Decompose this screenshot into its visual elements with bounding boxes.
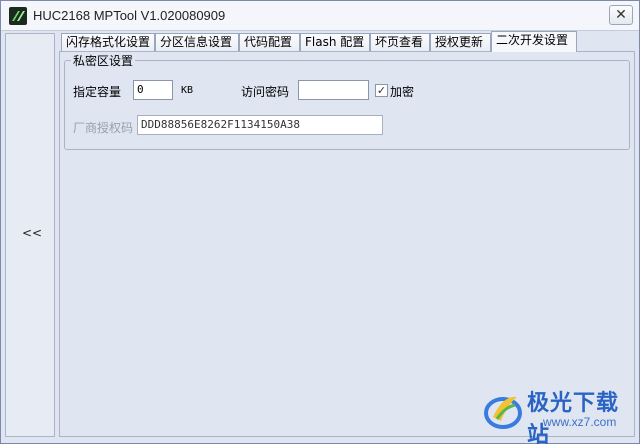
tab-code-config[interactable]: 代码配置: [239, 33, 300, 51]
window-title: HUC2168 MPTool V1.020080909: [33, 8, 226, 23]
tab-flash-format-settings[interactable]: 闪存格式化设置: [61, 33, 155, 51]
close-button[interactable]: ✕: [609, 5, 633, 25]
tab-bad-page-view[interactable]: 坏页查看: [370, 33, 430, 51]
collapse-panel-button[interactable]: <<: [20, 224, 44, 242]
title-bar: HUC2168 MPTool V1.020080909 ✕: [1, 1, 639, 31]
left-side-panel: <<: [5, 33, 55, 437]
capacity-label: 指定容量: [73, 85, 122, 99]
app-window: HUC2168 MPTool V1.020080909 ✕ << 闪存格式化设置…: [0, 0, 640, 444]
watermark-logo-icon: [484, 396, 522, 429]
app-logo-icon: [9, 7, 27, 25]
encrypt-label: 加密: [390, 85, 415, 99]
tab-partition-info-settings[interactable]: 分区信息设置: [155, 33, 239, 51]
capacity-input[interactable]: 0: [133, 80, 173, 100]
tab-content-panel: 私密区设置 指定容量 0 KB 访问密码 ✓ 加密 厂商授权码 DDD88856…: [59, 51, 635, 437]
vendor-key-input[interactable]: DDD88856E8262F1134150A38: [137, 115, 383, 135]
encrypt-checkbox[interactable]: ✓: [375, 84, 388, 97]
private-area-groupbox: 私密区设置 指定容量 0 KB 访问密码 ✓ 加密 厂商授权码 DDD88856…: [64, 52, 630, 150]
tab-flash-config[interactable]: Flash 配置: [300, 33, 370, 51]
groupbox-title: 私密区设置: [71, 52, 136, 69]
checkmark-icon: ✓: [376, 84, 387, 97]
watermark: 极光下载站 www.xz7.com: [483, 385, 637, 444]
tab-secondary-dev-settings[interactable]: 二次开发设置: [491, 31, 577, 52]
tab-license-update[interactable]: 授权更新: [430, 33, 491, 51]
password-label: 访问密码: [241, 85, 290, 99]
capacity-unit: KB: [181, 85, 194, 96]
vendor-key-label: 厂商授权码: [73, 121, 134, 135]
watermark-url: www.xz7.com: [543, 415, 617, 429]
close-icon: ✕: [615, 7, 627, 23]
password-input[interactable]: [298, 80, 369, 100]
